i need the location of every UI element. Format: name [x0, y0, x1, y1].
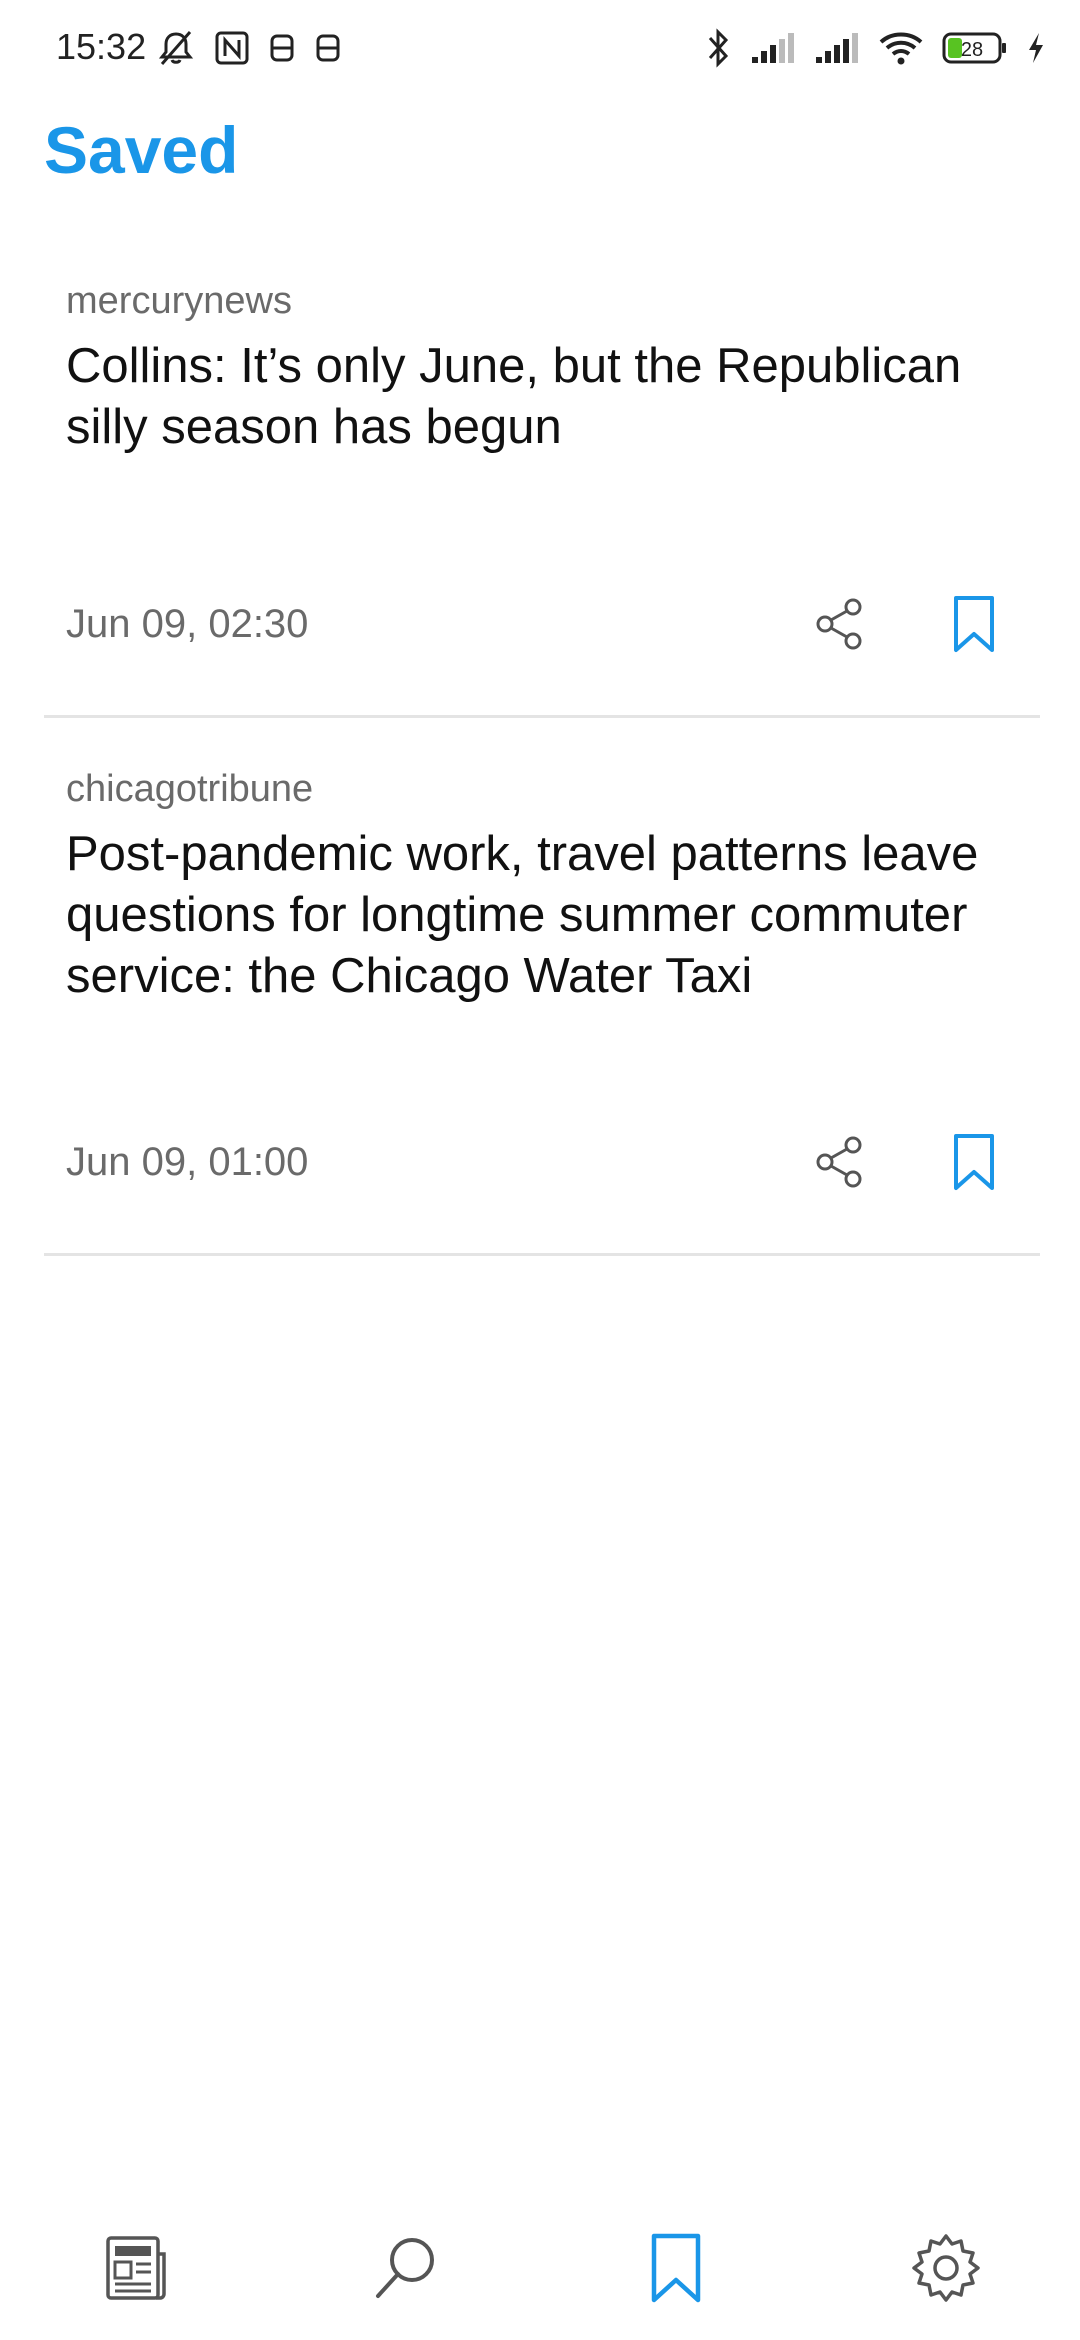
search-icon[interactable]: [366, 2228, 446, 2308]
article-source: chicagotribune: [66, 768, 314, 810]
page-title: Saved: [44, 113, 239, 187]
status-time: 15:32: [56, 26, 147, 67]
list-item[interactable]: chicagotribune Post-pandemic work, trave…: [44, 718, 1040, 1256]
article-source: mercurynews: [66, 280, 292, 322]
notification-icon: [268, 30, 296, 66]
status-bar: 15:32 28: [0, 0, 1080, 96]
list-item[interactable]: mercurynews Collins: It’s only June, but…: [44, 260, 1040, 718]
article-date: Jun 09, 01:00: [66, 1140, 309, 1184]
article-date: Jun 09, 02:30: [66, 602, 309, 646]
notification-icon: [314, 30, 342, 66]
bookmark-icon[interactable]: [946, 594, 1002, 654]
bookmark-icon[interactable]: [636, 2228, 716, 2308]
status-left-icons: [156, 26, 342, 70]
article-title[interactable]: Collins: It’s only June, but the Republi…: [66, 336, 1026, 458]
settings-icon[interactable]: [906, 2228, 986, 2308]
saved-screen: 15:32 28 Saved mercurynews Collins: It’s…: [0, 0, 1080, 2340]
bluetooth-icon: [704, 28, 732, 68]
signal-icon: [750, 31, 796, 65]
battery-level: 28: [961, 39, 983, 61]
signal-icon: [814, 31, 860, 65]
wifi-icon: [878, 30, 924, 66]
news-icon[interactable]: [94, 2228, 174, 2308]
bookmark-icon[interactable]: [946, 1132, 1002, 1192]
nfc-icon: [214, 30, 250, 66]
mute-icon: [156, 28, 196, 68]
battery-icon: 28: [942, 31, 1008, 65]
article-title[interactable]: Post-pandemic work, travel patterns leav…: [66, 824, 1026, 1007]
status-right-icons: 28: [704, 26, 1046, 70]
charging-icon: [1026, 31, 1046, 65]
share-icon[interactable]: [812, 1134, 868, 1190]
saved-article-list: mercurynews Collins: It’s only June, but…: [44, 260, 1040, 1256]
bottom-navigation: [0, 2200, 1080, 2340]
share-icon[interactable]: [812, 596, 868, 652]
